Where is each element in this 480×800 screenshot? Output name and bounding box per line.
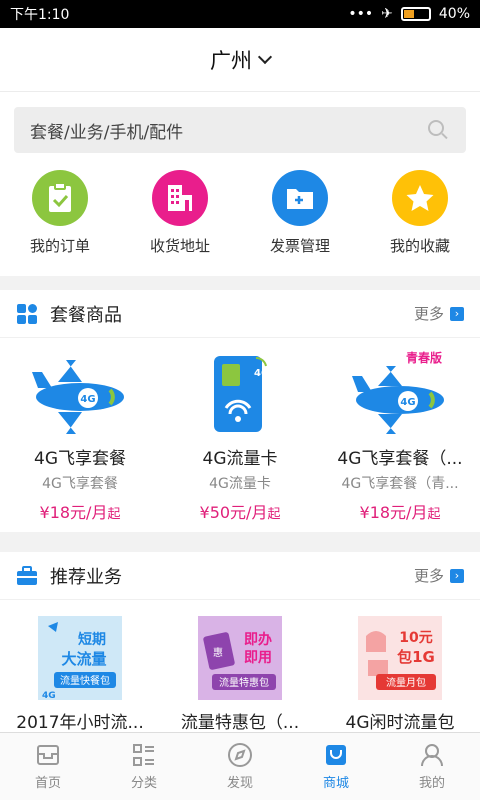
top-card: 套餐/业务/手机/配件 我的订单 收货地址 发票管理 我的收藏 (0, 92, 480, 276)
svg-text:包1G: 包1G (397, 648, 435, 666)
battery-percent: 40% (438, 6, 470, 22)
svg-text:即办: 即办 (244, 631, 272, 648)
product-price: ¥18元/月起 (39, 503, 121, 522)
svg-text:流量月包: 流量月包 (386, 676, 426, 689)
airplane-icon: ✈ (381, 6, 393, 22)
recommend-card[interactable]: 惠 即办即用流量特惠包 流量特惠包（... (160, 616, 320, 733)
quick-links: 我的订单 收货地址 发票管理 我的收藏 (0, 170, 480, 256)
section-header: 推荐业务 更多 › (0, 552, 480, 600)
recommend-section: 推荐业务 更多 › 短期大流量流量快餐包 4G 2017年小时流... 惠 即办即用… (0, 552, 480, 733)
status-bar: 下午1:10 ••• ✈ 40% (0, 0, 480, 28)
clipboard-check-icon (32, 170, 88, 226)
sim-card-icon: 4G (190, 348, 290, 440)
building-icon (152, 170, 208, 226)
nav-category[interactable]: 分类 (96, 733, 192, 800)
bottom-nav: 首页 分类 发现 商城 我的 (0, 732, 480, 800)
more-label: 更多 (413, 567, 444, 585)
airplane-4g-icon: 4G 青春版 (350, 348, 450, 440)
section-header: 套餐商品 更多 › (0, 290, 480, 338)
section-title: 推荐业务 (50, 566, 122, 588)
grid-icon (17, 303, 37, 324)
svg-text:大流量: 大流量 (61, 650, 106, 668)
svg-text:惠: 惠 (213, 646, 223, 659)
product-price: ¥18元/月起 (359, 503, 441, 522)
more-dots-icon: ••• (348, 6, 374, 22)
nav-me[interactable]: 我的 (384, 733, 480, 800)
chevron-right-icon: › (450, 306, 464, 321)
header: 广州 (0, 28, 480, 92)
recommend-name: 流量特惠包（... (180, 713, 300, 733)
search-icon[interactable] (428, 120, 444, 136)
user-icon (421, 744, 443, 767)
quick-address[interactable]: 收货地址 (120, 170, 240, 256)
recommend-card[interactable]: 10元包1G 流量月包 4G闲时流量包 (320, 616, 480, 733)
svg-text:4G: 4G (400, 397, 415, 408)
category-icon (133, 744, 154, 766)
section-title: 套餐商品 (50, 304, 122, 326)
youth-badge: 青春版 (406, 350, 442, 365)
briefcase-icon (17, 565, 37, 585)
chevron-down-icon (257, 49, 273, 64)
promo-thumbnail: 10元包1G 流量月包 (358, 616, 442, 700)
svg-text:短期: 短期 (78, 631, 106, 648)
recommend-card[interactable]: 短期大流量流量快餐包 4G 2017年小时流... (0, 616, 160, 733)
product-name: 4G流量卡 (202, 449, 278, 469)
svg-text:10元: 10元 (399, 630, 432, 646)
search-placeholder: 套餐/业务/手机/配件 (30, 122, 184, 143)
svg-text:流量特惠包: 流量特惠包 (219, 676, 269, 689)
chevron-right-icon: › (450, 568, 464, 583)
product-subtitle: 4G飞享套餐 (42, 476, 118, 492)
more-link[interactable]: 更多 › (414, 303, 464, 324)
svg-text:4G: 4G (42, 691, 56, 700)
quick-label: 我的收藏 (389, 237, 450, 255)
svg-text:4G: 4G (80, 394, 95, 405)
nav-mall[interactable]: 商城 (288, 733, 384, 800)
svg-text:即用: 即用 (244, 650, 272, 666)
recommend-name: 2017年小时流... (16, 713, 144, 733)
product-card[interactable]: 4G 4G流量卡 4G流量卡 ¥50元/月起 (160, 348, 320, 523)
search-bar[interactable]: 套餐/业务/手机/配件 (14, 107, 466, 153)
more-link[interactable]: 更多 › (414, 565, 464, 586)
product-name: 4G飞享套餐 (34, 449, 126, 469)
city-label: 广州 (210, 48, 252, 73)
product-card[interactable]: 4G 4G飞享套餐 4G飞享套餐 ¥18元/月起 (0, 348, 160, 523)
nav-label: 分类 (130, 776, 157, 791)
quick-invoice[interactable]: 发票管理 (240, 170, 360, 256)
product-card[interactable]: 4G 青春版 4G飞享套餐（... 4G飞享套餐（青... ¥18元/月起 (320, 348, 480, 523)
promo-thumbnail: 短期大流量流量快餐包 4G (38, 616, 122, 700)
folder-add-icon (272, 170, 328, 226)
recommend-name: 4G闲时流量包 (345, 713, 455, 733)
quick-label: 收货地址 (149, 237, 210, 255)
nav-label: 首页 (34, 776, 61, 791)
city-selector[interactable]: 广州 (210, 45, 273, 75)
nav-home[interactable]: 首页 (0, 733, 96, 800)
product-price: ¥50元/月起 (199, 503, 281, 522)
more-label: 更多 (413, 305, 444, 323)
product-subtitle: 4G飞享套餐（青... (341, 476, 459, 492)
star-icon (392, 170, 448, 226)
product-name: 4G飞享套餐（... (337, 449, 463, 469)
status-time: 下午1:10 (10, 7, 70, 23)
svg-text:4G: 4G (254, 368, 269, 379)
nav-discover[interactable]: 发现 (192, 733, 288, 800)
promo-thumbnail: 惠 即办即用流量特惠包 (198, 616, 282, 700)
product-subtitle: 4G流量卡 (209, 476, 271, 492)
shopping-bag-icon (326, 745, 346, 765)
quick-label: 发票管理 (269, 237, 330, 255)
quick-my-orders[interactable]: 我的订单 (0, 170, 120, 256)
nav-label: 商城 (322, 776, 349, 791)
battery-icon (400, 7, 431, 21)
airplane-4g-icon: 4G (30, 348, 130, 440)
quick-label: 我的订单 (29, 237, 90, 255)
quick-favorites[interactable]: 我的收藏 (360, 170, 480, 256)
packages-section: 套餐商品 更多 › 4G 4G飞享套餐 4G飞享套餐 ¥18元/月起 4G 4G… (0, 290, 480, 532)
svg-text:流量快餐包: 流量快餐包 (60, 674, 110, 687)
nav-label: 我的 (418, 776, 445, 791)
nav-label: 发现 (226, 776, 253, 791)
home-icon (37, 745, 59, 765)
compass-icon (228, 743, 252, 767)
